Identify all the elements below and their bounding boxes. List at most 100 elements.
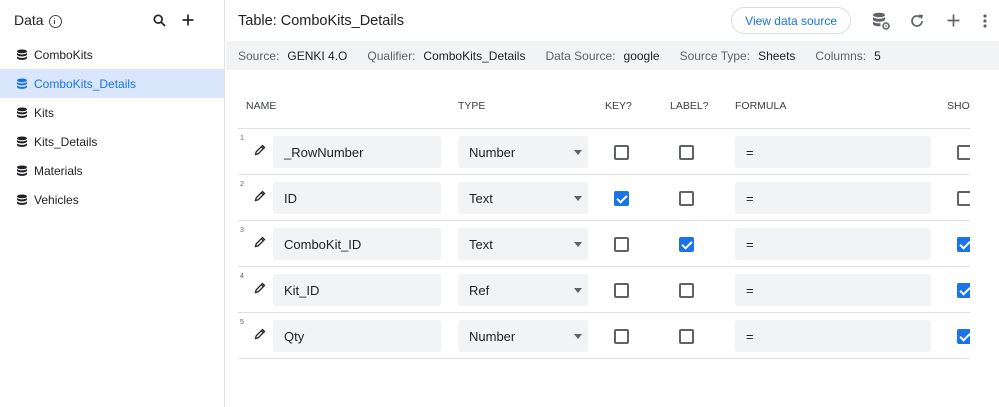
label-checkbox[interactable] [679, 145, 694, 160]
show-checkbox[interactable] [957, 191, 970, 206]
table-row: 5 Qty Number = [238, 313, 970, 359]
edit-icon[interactable] [254, 281, 266, 299]
database-icon [17, 107, 27, 118]
column-type-value: Ref [469, 282, 490, 298]
columns-label: Columns: [815, 48, 867, 63]
row-number: 2 [240, 181, 244, 188]
header-show: SHO [947, 100, 970, 112]
column-name-input[interactable]: ID [273, 182, 441, 214]
column-type-value: Text [469, 190, 493, 206]
header-formula: FORMULA [735, 100, 787, 112]
column-type-value: Number [469, 328, 516, 344]
database-icon [17, 49, 27, 60]
page-title: Table: ComboKits_Details [238, 12, 405, 29]
source-value: GENKI 4.O [287, 48, 348, 63]
dropdown-arrow-icon [574, 288, 582, 293]
column-type-select[interactable]: Number [458, 320, 588, 352]
dropdown-arrow-icon [574, 334, 582, 339]
key-checkbox[interactable] [614, 191, 629, 206]
qualifier-label: Qualifier: [367, 48, 416, 63]
dropdown-arrow-icon [574, 150, 582, 155]
table-row: 4 Kit_ID Ref = [238, 267, 970, 313]
database-icon [17, 78, 27, 89]
datasource-label: Data Source: [545, 48, 616, 63]
edit-icon[interactable] [254, 327, 266, 345]
sidebar-item-label: Kits [34, 105, 55, 120]
sidebar: Data ComboKits ComboKits_Details Kits Kits_… [0, 0, 225, 407]
database-icon [17, 194, 27, 205]
show-checkbox[interactable] [957, 283, 970, 298]
sidebar-item-label: ComboKits_Details [34, 76, 137, 91]
table-info-bar: Source: GENKI 4.O Qualifier: ComboKits_D… [226, 41, 999, 70]
row-number: 5 [240, 319, 244, 326]
header-key: KEY? [605, 100, 632, 112]
table-row: 3 ComboKit_ID Text = [238, 221, 970, 267]
column-type-value: Number [469, 144, 516, 160]
search-icon[interactable] [153, 13, 166, 27]
key-checkbox[interactable] [614, 145, 629, 160]
show-checkbox[interactable] [957, 237, 970, 252]
add-icon[interactable] [935, 3, 971, 39]
source-label: Source: [238, 48, 280, 63]
label-checkbox[interactable] [679, 283, 694, 298]
column-name-input[interactable]: ComboKit_ID [273, 228, 441, 260]
label-checkbox[interactable] [679, 329, 694, 344]
column-type-select[interactable]: Number [458, 136, 588, 168]
sidebar-item[interactable]: ComboKits_Details [0, 69, 224, 98]
topbar: Table: ComboKits_Details View data sourc… [226, 0, 999, 41]
table-header: NAME TYPE KEY? LABEL? FORMULA SHO [238, 88, 970, 129]
label-checkbox[interactable] [679, 237, 694, 252]
sidebar-item[interactable]: ComboKits [0, 40, 224, 69]
database-icon [17, 165, 27, 176]
sourcetype-value: Sheets [758, 48, 796, 63]
label-checkbox[interactable] [679, 191, 694, 206]
sidebar-header: Data [0, 0, 224, 40]
header-name: NAME [246, 100, 277, 112]
sidebar-item[interactable]: Materials [0, 156, 224, 185]
sidebar-item-label: Kits_Details [34, 134, 98, 149]
column-name-input[interactable]: _RowNumber [273, 136, 441, 168]
database-settings-icon[interactable] [863, 3, 899, 39]
table-row: 1 _RowNumber Number = [238, 129, 970, 175]
sidebar-item[interactable]: Kits_Details [0, 127, 224, 156]
edit-icon[interactable] [254, 235, 266, 253]
sidebar-item-label: Materials [34, 163, 83, 178]
formula-input[interactable]: = [735, 274, 931, 306]
show-checkbox[interactable] [957, 329, 970, 344]
sidebar-item[interactable]: Vehicles [0, 185, 224, 214]
row-number: 4 [240, 273, 244, 280]
column-type-select[interactable]: Text [458, 228, 588, 260]
row-number: 1 [240, 135, 244, 142]
refresh-icon[interactable] [899, 3, 935, 39]
key-checkbox[interactable] [614, 283, 629, 298]
edit-icon[interactable] [254, 143, 266, 161]
view-data-source-button[interactable]: View data source [731, 7, 851, 34]
table-body: 1 _RowNumber Number = 2 ID Text = 3 ComboKit_ID Te… [238, 129, 970, 359]
column-name-input[interactable]: Qty [273, 320, 441, 352]
formula-input[interactable]: = [735, 228, 931, 260]
dropdown-arrow-icon [574, 196, 582, 201]
sidebar-item[interactable]: Kits [0, 98, 224, 127]
sourcetype-label: Source Type: [679, 48, 751, 63]
info-icon[interactable] [48, 14, 62, 28]
column-type-select[interactable]: Ref [458, 274, 588, 306]
formula-input[interactable]: = [735, 136, 931, 168]
column-type-select[interactable]: Text [458, 182, 588, 214]
formula-input[interactable]: = [735, 182, 931, 214]
key-checkbox[interactable] [614, 237, 629, 252]
column-type-value: Text [469, 236, 493, 252]
more-vert-icon[interactable] [971, 3, 999, 39]
edit-icon[interactable] [254, 189, 266, 207]
header-type: TYPE [458, 100, 486, 112]
add-icon[interactable] [182, 14, 194, 26]
header-label: LABEL? [670, 100, 709, 112]
sidebar-item-label: Vehicles [34, 192, 79, 207]
show-checkbox[interactable] [957, 145, 970, 160]
column-name-input[interactable]: Kit_ID [273, 274, 441, 306]
row-number: 3 [240, 227, 244, 234]
formula-input[interactable]: = [735, 320, 931, 352]
key-checkbox[interactable] [614, 329, 629, 344]
sidebar-title: Data [14, 12, 44, 28]
datasource-value: google [623, 48, 660, 63]
table-row: 2 ID Text = [238, 175, 970, 221]
